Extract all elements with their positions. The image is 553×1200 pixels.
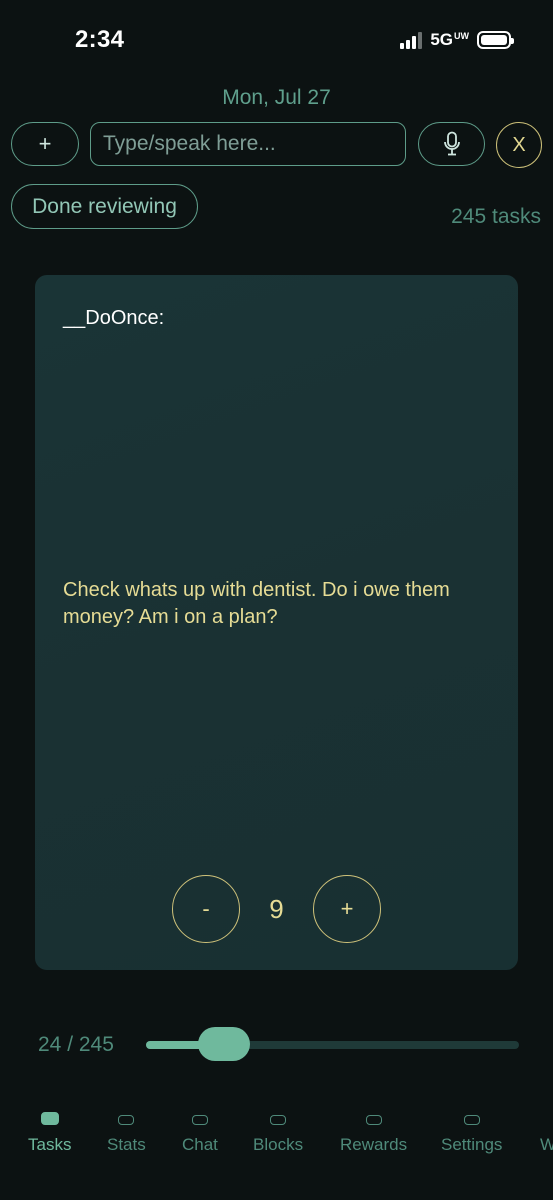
tab-icon [463,1115,480,1125]
tab-icon [40,1112,59,1125]
battery-icon [477,31,514,49]
tab-w[interactable]: W [540,1112,553,1155]
tab-bar: Tasks Stats Chat Blocks Rewards Settings… [0,1112,553,1162]
microphone-button[interactable] [418,122,485,166]
progress-slider[interactable] [146,1027,519,1061]
task-card[interactable]: __DoOnce: Check whats up with dentist. D… [35,275,518,970]
tab-icon [118,1115,135,1125]
tab-icon [270,1115,287,1125]
network-label: 5GUW [430,30,469,49]
task-count: 245 tasks [451,205,541,228]
increment-button[interactable]: + [313,875,381,943]
done-reviewing-button[interactable]: Done reviewing [11,184,198,229]
microphone-icon [443,131,460,156]
task-text: Check whats up with dentist. Do i owe th… [63,579,450,628]
app-screen: 2:34 5GUW Mon, Jul 27 + Type/speak here.… [0,0,553,1200]
tab-tasks[interactable]: Tasks [28,1112,71,1155]
task-category: __DoOnce: [63,307,165,329]
status-time: 2:34 [75,26,125,53]
close-button[interactable]: X [496,122,542,168]
stepper-value: 9 [269,894,284,924]
status-indicators: 5GUW [400,30,514,50]
tab-stats[interactable]: Stats [107,1112,146,1155]
add-task-button[interactable]: + [11,122,79,166]
slider-thumb[interactable] [197,1027,250,1061]
tab-chat[interactable]: Chat [182,1112,218,1155]
current-date: Mon, Jul 27 [222,86,331,109]
tab-blocks[interactable]: Blocks [253,1112,303,1155]
decrement-button[interactable]: - [172,875,240,943]
task-input[interactable]: Type/speak here... [90,122,406,166]
tab-rewards[interactable]: Rewards [340,1112,407,1155]
signal-icon [400,31,423,49]
tab-icon [191,1115,208,1125]
tab-icon [365,1115,382,1125]
tab-settings[interactable]: Settings [441,1112,502,1155]
progress-text: 24 / 245 [38,1033,114,1056]
